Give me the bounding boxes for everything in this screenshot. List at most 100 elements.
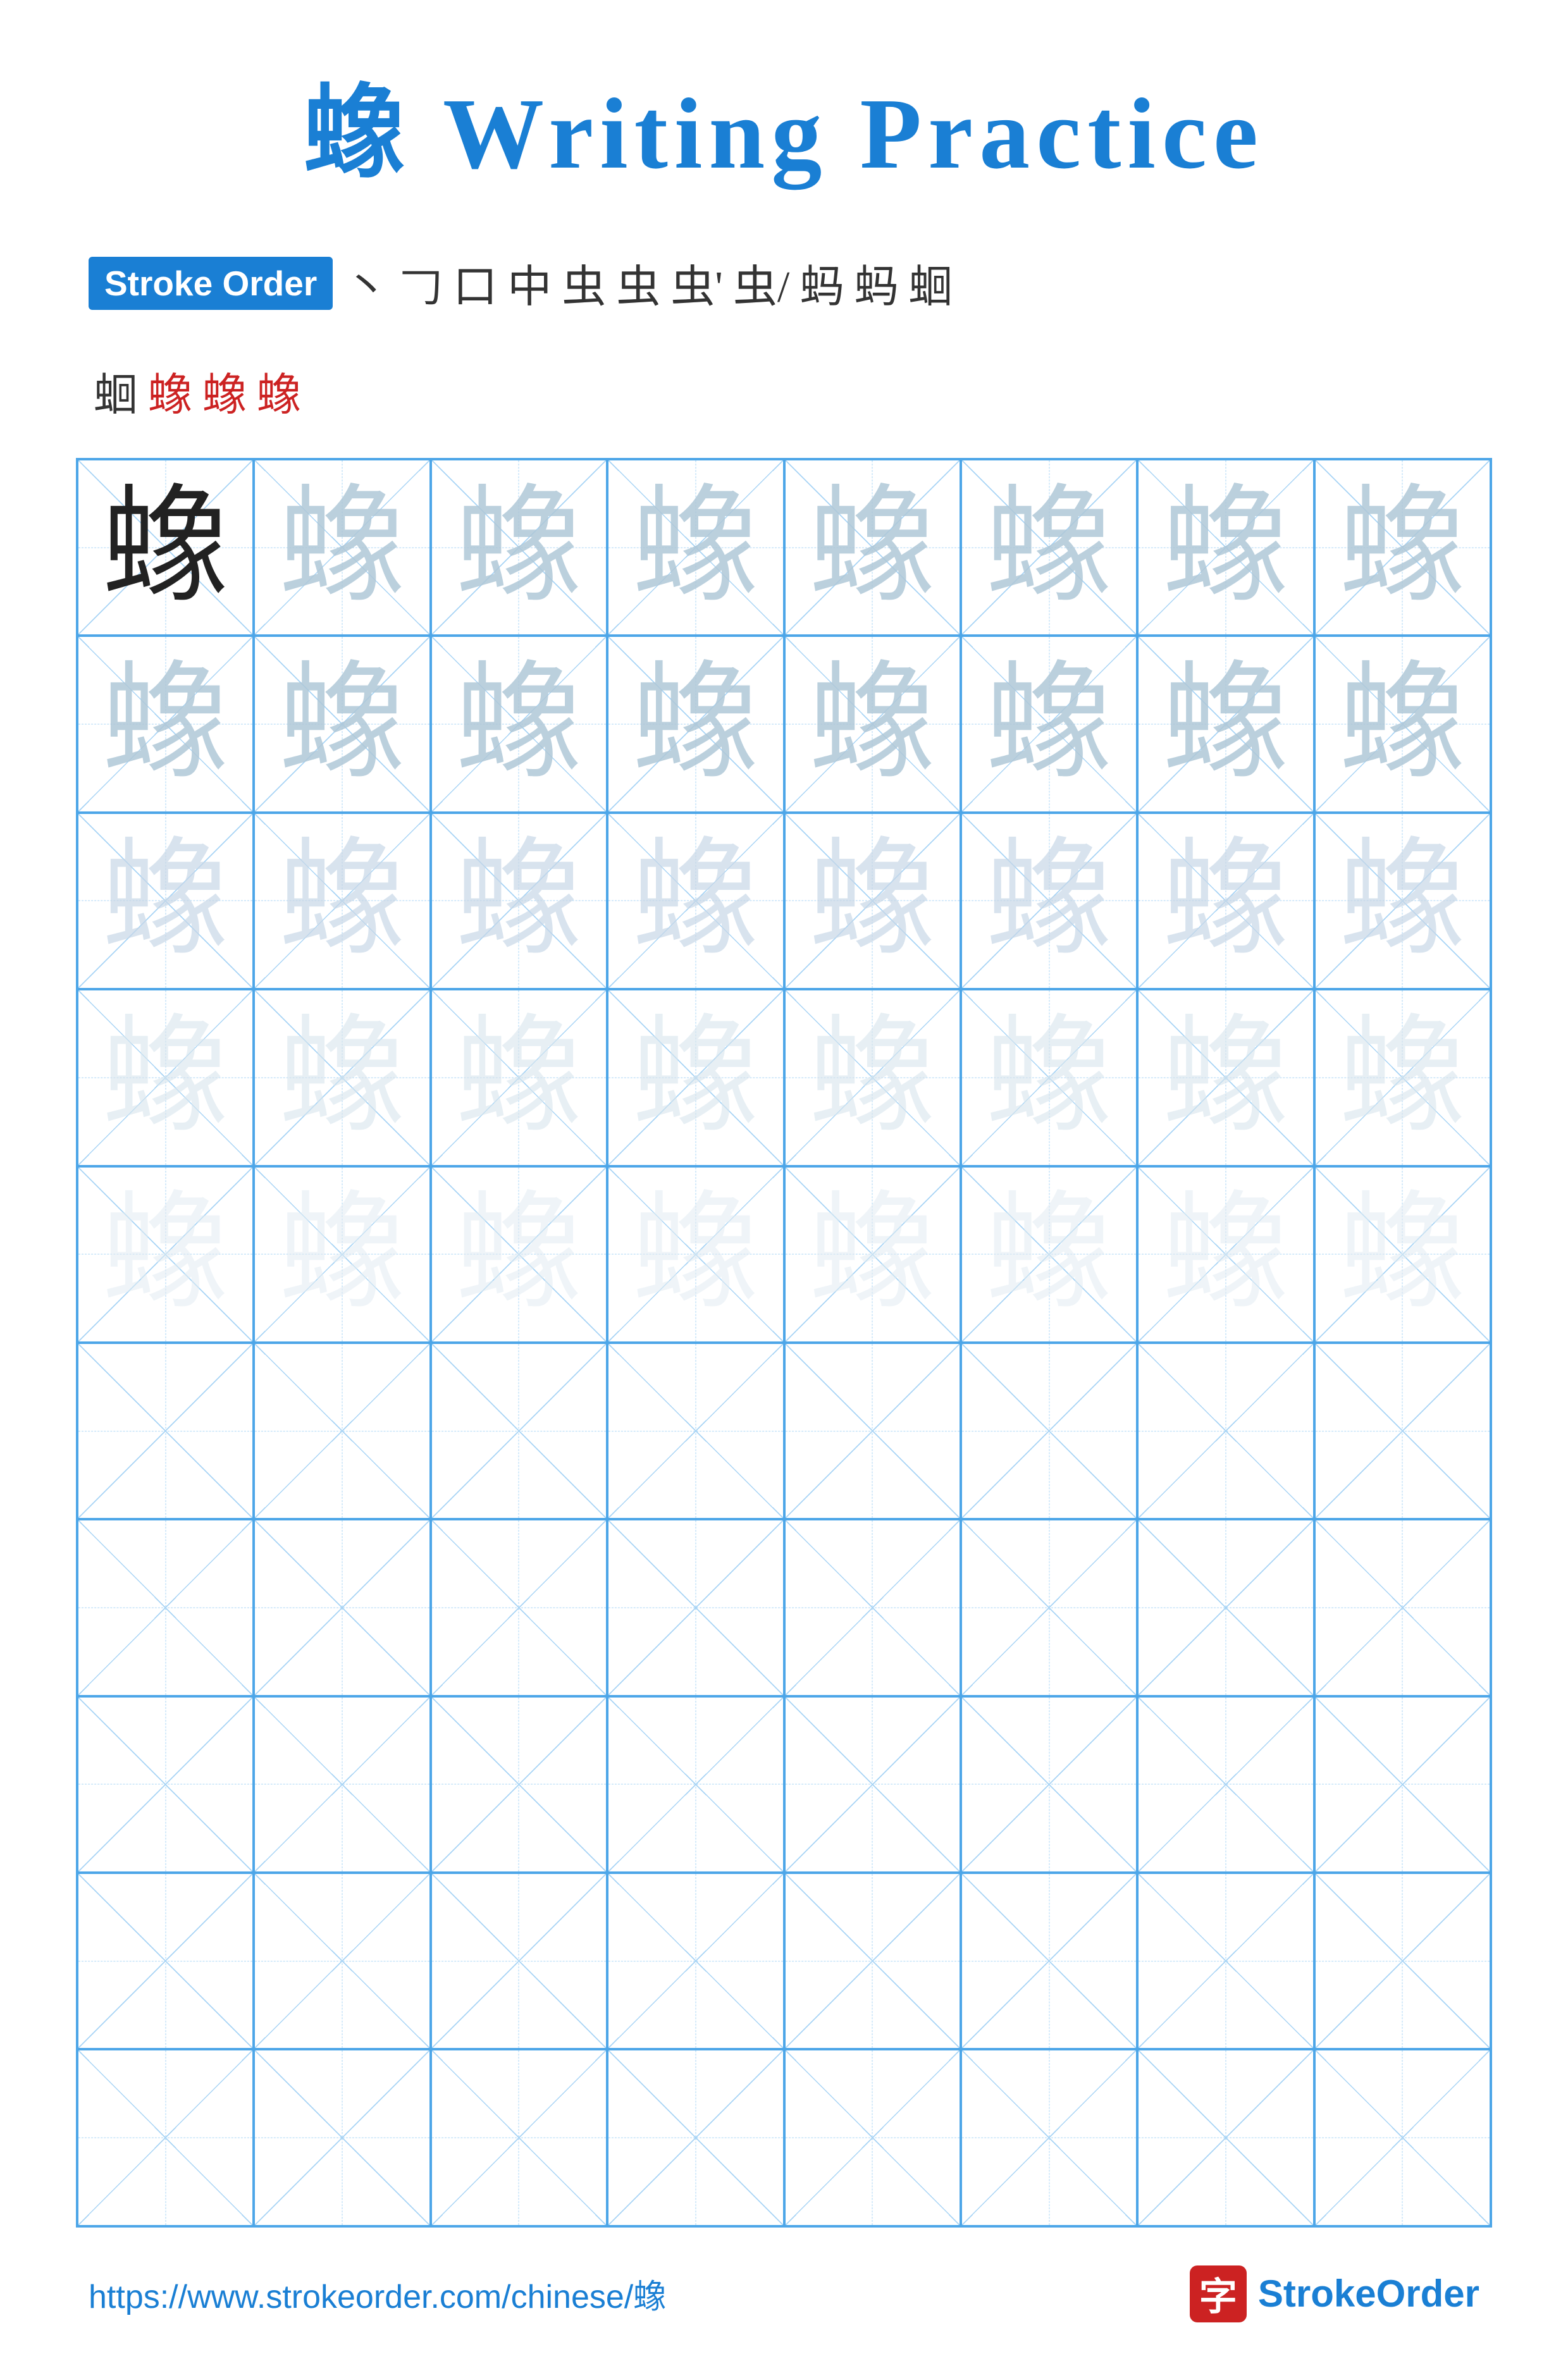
grid-cell[interactable]: 蟓 <box>254 1166 430 1343</box>
grid-cell[interactable]: 蟓 <box>77 636 254 812</box>
cell-character: 蟓 <box>1339 484 1466 611</box>
grid-cell[interactable]: 蟓 <box>784 459 961 636</box>
grid-cell[interactable] <box>1137 1873 1314 2049</box>
grid-cell[interactable] <box>784 1343 961 1519</box>
grid-cell[interactable] <box>77 1519 254 1696</box>
brand-order: Order <box>1376 2272 1479 2315</box>
grid-cell[interactable] <box>784 1873 961 2049</box>
grid-cell[interactable]: 蟓 <box>77 1166 254 1343</box>
grid-cell[interactable] <box>1314 1519 1491 1696</box>
footer-url[interactable]: https://www.strokeorder.com/chinese/蟓 <box>89 2270 666 2317</box>
grid-cell[interactable]: 蟓 <box>1137 459 1314 636</box>
grid-cell[interactable]: 蟓 <box>961 1166 1137 1343</box>
grid-cell[interactable]: 蟓 <box>1314 989 1491 1166</box>
cell-character: 蟓 <box>1339 837 1466 964</box>
grid-cell[interactable]: 蟓 <box>254 813 430 989</box>
grid-cell[interactable]: 蟓 <box>431 1166 607 1343</box>
stroke-char-14: 蟓 <box>197 356 252 426</box>
grid-cell[interactable] <box>254 1696 430 1873</box>
grid-cell[interactable] <box>784 1696 961 1873</box>
grid-cell[interactable]: 蟓 <box>1314 636 1491 812</box>
grid-cell[interactable] <box>1314 1343 1491 1519</box>
grid-cell[interactable]: 蟓 <box>607 1166 784 1343</box>
grid-cell[interactable] <box>607 1873 784 2049</box>
grid-cell[interactable] <box>254 1519 430 1696</box>
cell-character: 蟓 <box>455 837 582 964</box>
grid-cell[interactable] <box>77 1873 254 2049</box>
grid-cell[interactable]: 蟓 <box>254 636 430 812</box>
cell-character: 蟓 <box>102 661 229 787</box>
grid-cell[interactable] <box>607 1343 784 1519</box>
grid-cell[interactable]: 蟓 <box>607 636 784 812</box>
grid-cell[interactable]: 蟓 <box>1314 459 1491 636</box>
grid-cell[interactable] <box>961 1343 1137 1519</box>
grid-cell[interactable] <box>254 1873 430 2049</box>
cell-character: 蟓 <box>809 1014 935 1141</box>
grid-cell[interactable] <box>431 2049 607 2226</box>
brand-icon: 字 <box>1190 2265 1247 2322</box>
grid-cell[interactable]: 蟓 <box>1314 1166 1491 1343</box>
grid-cell[interactable] <box>1137 1696 1314 1873</box>
cell-character: 蟓 <box>986 661 1113 787</box>
grid-cell[interactable]: 蟓 <box>607 813 784 989</box>
grid-cell[interactable]: 蟓 <box>1137 989 1314 1166</box>
grid-cell[interactable] <box>607 2049 784 2226</box>
grid-cell[interactable]: 蟓 <box>1137 1166 1314 1343</box>
grid-cell[interactable] <box>1137 1343 1314 1519</box>
grid-cell[interactable] <box>254 1343 430 1519</box>
grid-cell[interactable]: 蟓 <box>961 989 1137 1166</box>
grid-cell[interactable] <box>1314 1696 1491 1873</box>
grid-cell[interactable] <box>1137 2049 1314 2226</box>
grid-cell[interactable] <box>1137 1519 1314 1696</box>
stroke-char-15: 蟓 <box>252 356 306 426</box>
grid-cell[interactable] <box>1314 1873 1491 2049</box>
cell-character: 蟓 <box>986 1014 1113 1141</box>
grid-cell[interactable]: 蟓 <box>961 459 1137 636</box>
grid-cell[interactable] <box>961 1519 1137 1696</box>
stroke-char-13: 蟓 <box>143 356 197 426</box>
grid-cell[interactable]: 蟓 <box>254 459 430 636</box>
cell-character: 蟓 <box>279 837 405 964</box>
grid-cell[interactable]: 蟓 <box>431 636 607 812</box>
grid-cell[interactable] <box>607 1519 784 1696</box>
grid-cell[interactable] <box>784 2049 961 2226</box>
grid-cell[interactable]: 蟓 <box>254 989 430 1166</box>
grid-cell[interactable]: 蟓 <box>607 989 784 1166</box>
grid-cell[interactable]: 蟓 <box>431 459 607 636</box>
cell-character: 蟓 <box>809 1191 935 1317</box>
grid-cell[interactable] <box>431 1696 607 1873</box>
grid-cell[interactable]: 蟓 <box>961 813 1137 989</box>
grid-cell[interactable] <box>431 1343 607 1519</box>
grid-cell[interactable]: 蟓 <box>784 813 961 989</box>
grid-cell[interactable]: 蟓 <box>784 636 961 812</box>
grid-cell[interactable]: 蟓 <box>1137 813 1314 989</box>
grid-cell[interactable] <box>431 1519 607 1696</box>
grid-cell[interactable]: 蟓 <box>961 636 1137 812</box>
grid-cell[interactable] <box>254 2049 430 2226</box>
grid-cell[interactable]: 蟓 <box>1314 813 1491 989</box>
grid-cell[interactable] <box>961 1696 1137 1873</box>
writing-grid: 蟓蟓蟓蟓蟓蟓蟓蟓蟓蟓蟓蟓蟓蟓蟓蟓蟓蟓蟓蟓蟓蟓蟓蟓蟓蟓蟓蟓蟓蟓蟓蟓蟓蟓蟓蟓蟓蟓蟓蟓 <box>76 458 1492 2228</box>
grid-cell[interactable]: 蟓 <box>784 1166 961 1343</box>
grid-cell[interactable] <box>961 1873 1137 2049</box>
grid-cell[interactable]: 蟓 <box>1137 636 1314 812</box>
stroke-order-section: Stroke Order 丶 𠃌 口 中 虫 虫 虫' 虫/ 蚂 蚂 蛔 <box>76 248 1492 318</box>
grid-cell[interactable]: 蟓 <box>431 989 607 1166</box>
grid-cell[interactable]: 蟓 <box>431 813 607 989</box>
grid-cell[interactable]: 蟓 <box>77 813 254 989</box>
grid-cell[interactable]: 蟓 <box>607 459 784 636</box>
grid-cell[interactable] <box>784 1519 961 1696</box>
grid-cell[interactable]: 蟓 <box>77 989 254 1166</box>
cell-character: 蟓 <box>809 837 935 964</box>
grid-cell[interactable] <box>77 2049 254 2226</box>
grid-cell[interactable] <box>607 1696 784 1873</box>
grid-cell[interactable] <box>77 1696 254 1873</box>
grid-cell[interactable] <box>431 1873 607 2049</box>
grid-cell[interactable]: 蟓 <box>77 459 254 636</box>
grid-cell[interactable] <box>1314 2049 1491 2226</box>
cell-character: 蟓 <box>633 484 759 611</box>
grid-cell[interactable] <box>77 1343 254 1519</box>
cell-character: 蟓 <box>102 1014 229 1141</box>
grid-cell[interactable] <box>961 2049 1137 2226</box>
grid-cell[interactable]: 蟓 <box>784 989 961 1166</box>
